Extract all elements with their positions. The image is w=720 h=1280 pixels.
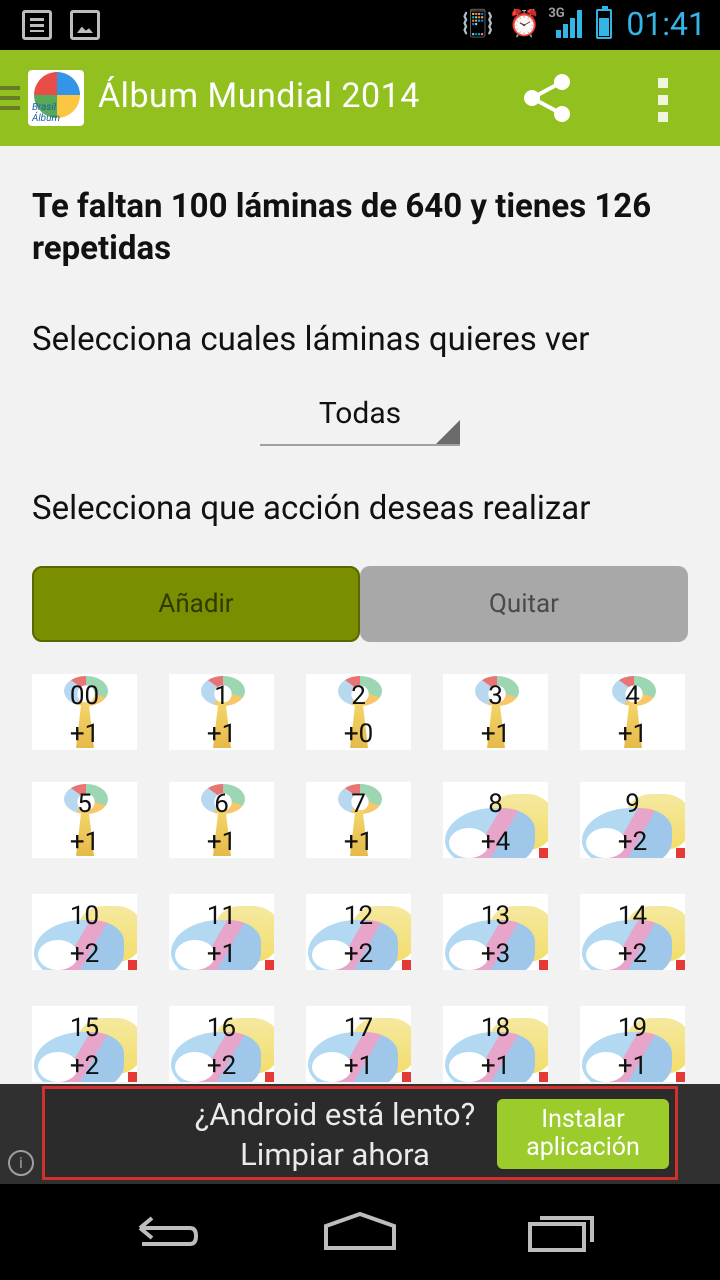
ad-text: ¿Android está lento? Limpiar ahora: [145, 1095, 525, 1175]
sticker-tile[interactable]: 8 +4: [443, 782, 548, 858]
sticker-count: +1: [206, 827, 237, 857]
sticker-number: 7: [351, 789, 366, 819]
overflow-menu-icon[interactable]: [656, 78, 670, 122]
action-label: Selecciona que acción deseas realizar: [32, 489, 591, 528]
sticker-number: 12: [343, 901, 374, 931]
sticker-count: +2: [617, 827, 648, 857]
sticker-tile[interactable]: 2 +0: [306, 674, 411, 750]
alarm-icon: ⏰: [507, 9, 541, 39]
sticker-tile[interactable]: 19 +1: [580, 1006, 685, 1082]
sticker-tile[interactable]: 10 +2: [32, 894, 137, 970]
sticker-tile[interactable]: 6 +1: [169, 782, 274, 858]
sticker-number: 6: [214, 789, 229, 819]
sticker-number: 3: [488, 681, 503, 711]
sticker-number: 13: [480, 901, 511, 931]
sticker-tile[interactable]: 11 +1: [169, 894, 274, 970]
sticker-count: +1: [480, 1051, 511, 1081]
clock: 01:41: [626, 5, 706, 43]
sticker-count: +2: [617, 939, 648, 969]
ad-banner: i ¿Android está lento? Limpiar ahora Ins…: [0, 1084, 720, 1184]
sticker-tile[interactable]: 4 +1: [580, 674, 685, 750]
sticker-count: +4: [480, 827, 511, 857]
sticker-number: 14: [617, 901, 648, 931]
sticker-grid: 00 +1 1 +1 2 +0 3 +1 4 +1 5 +1 6 +1 7 +1 8 +4 9 +2 10 +2 11 +1 1…: [32, 674, 688, 1084]
sticker-tile[interactable]: 13 +3: [443, 894, 548, 970]
ad-install-button[interactable]: Instalar aplicación: [497, 1099, 669, 1169]
filter-spinner-value: Todas: [318, 396, 402, 431]
ad-info-icon[interactable]: i: [8, 1150, 34, 1176]
sticker-count: +2: [343, 939, 374, 969]
sticker-count: +1: [206, 939, 237, 969]
sticker-count: +0: [343, 719, 374, 749]
battery-icon: [596, 6, 613, 39]
sticker-number: 18: [480, 1013, 511, 1043]
sticker-tile[interactable]: 15 +2: [32, 1006, 137, 1082]
sticker-tile[interactable]: 18 +1: [443, 1006, 548, 1082]
ad-frame[interactable]: ¿Android está lento? Limpiar ahora Insta…: [42, 1086, 678, 1180]
signal-icon: 3G: [548, 6, 583, 40]
sticker-count: +2: [69, 1051, 100, 1081]
back-icon[interactable]: [120, 1208, 200, 1256]
sticker-count: +3: [480, 939, 511, 969]
sticker-count: +1: [343, 827, 374, 857]
status-bar: 📳 ⏰ 3G 01:41: [0, 0, 720, 50]
sticker-count: +1: [206, 719, 237, 749]
drawer-indicator-icon[interactable]: [0, 86, 20, 112]
ad-cta-line1: Instalar: [541, 1105, 625, 1134]
sticker-number: 11: [206, 901, 237, 931]
recent-apps-icon[interactable]: [522, 1208, 602, 1256]
sticker-tile[interactable]: 12 +2: [306, 894, 411, 970]
sticker-number: 17: [343, 1013, 374, 1043]
notification-image-icon: [70, 10, 100, 40]
sticker-count: +1: [480, 719, 511, 749]
network-type: 3G: [548, 6, 565, 21]
notification-list-icon: [22, 10, 52, 40]
sticker-count: +2: [69, 939, 100, 969]
share-icon[interactable]: [520, 70, 576, 126]
vibrate-icon: 📳: [461, 9, 494, 39]
remove-button[interactable]: Quitar: [360, 566, 688, 642]
navigation-bar: [0, 1184, 720, 1280]
app-logo[interactable]: Brasil Álbum: [28, 70, 84, 126]
home-icon[interactable]: [320, 1208, 400, 1256]
sticker-count: +1: [69, 719, 100, 749]
sticker-count: +1: [617, 719, 648, 749]
filter-label: Selecciona cuales láminas quieres ver: [32, 320, 590, 359]
sticker-count: +2: [206, 1051, 237, 1081]
sticker-tile[interactable]: 3 +1: [443, 674, 548, 750]
sticker-tile[interactable]: 7 +1: [306, 782, 411, 858]
sticker-number: 2: [351, 681, 366, 711]
sticker-number: 5: [77, 789, 92, 819]
sticker-tile[interactable]: 16 +2: [169, 1006, 274, 1082]
missing-summary: Te faltan 100 láminas de 640 y tienes 12…: [32, 187, 652, 268]
sticker-number: 8: [488, 789, 503, 819]
sticker-tile[interactable]: 14 +2: [580, 894, 685, 970]
add-button[interactable]: Añadir: [32, 566, 360, 642]
sticker-tile[interactable]: 1 +1: [169, 674, 274, 750]
sticker-tile[interactable]: 5 +1: [32, 782, 137, 858]
app-title: Álbum Mundial 2014: [98, 76, 420, 116]
sticker-number: 10: [69, 901, 100, 931]
ad-line2: Limpiar ahora: [240, 1136, 430, 1173]
logo-text: Brasil Álbum: [32, 102, 60, 124]
sticker-number: 15: [69, 1013, 100, 1043]
sticker-count: +1: [343, 1051, 374, 1081]
action-bar: Brasil Álbum Álbum Mundial 2014: [0, 50, 720, 146]
sticker-count: +1: [617, 1051, 648, 1081]
sticker-count: +1: [69, 827, 100, 857]
sticker-tile[interactable]: 00 +1: [32, 674, 137, 750]
spinner-arrow-icon: [436, 420, 460, 444]
filter-spinner[interactable]: Todas: [260, 392, 460, 446]
sticker-number: 00: [69, 681, 100, 711]
sticker-number: 19: [617, 1013, 648, 1043]
sticker-number: 16: [206, 1013, 237, 1043]
ad-cta-line2: aplicación: [526, 1133, 640, 1162]
sticker-tile[interactable]: 9 +2: [580, 782, 685, 858]
sticker-number: 4: [625, 681, 640, 711]
sticker-number: 1: [214, 681, 229, 711]
sticker-number: 9: [625, 789, 640, 819]
sticker-tile[interactable]: 17 +1: [306, 1006, 411, 1082]
ad-line1: ¿Android está lento?: [194, 1096, 476, 1133]
